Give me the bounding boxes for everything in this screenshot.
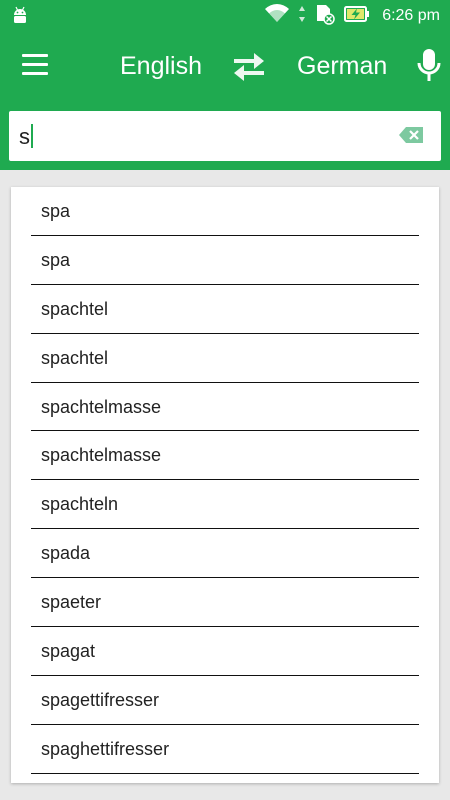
suggestion-item[interactable]: spaghettifresser xyxy=(11,725,439,774)
suggestion-item[interactable]: spaeter xyxy=(11,578,439,628)
target-language-button[interactable]: German xyxy=(297,52,387,81)
hamburger-menu-icon[interactable] xyxy=(22,54,48,76)
source-language-button[interactable]: English xyxy=(120,52,202,81)
status-time: 6:26 pm xyxy=(382,7,440,24)
backspace-clear-icon[interactable] xyxy=(399,127,423,148)
suggestion-item[interactable]: spa xyxy=(11,187,439,236)
suggestion-item[interactable]: spagat xyxy=(11,627,439,676)
search-input-value[interactable]: s xyxy=(19,124,33,150)
microphone-icon[interactable] xyxy=(416,48,442,89)
battery-charging-icon xyxy=(344,5,370,28)
swap-arrows-icon[interactable] xyxy=(232,50,266,87)
wifi-icon xyxy=(264,3,290,29)
suggestion-item[interactable]: spachtelmasse xyxy=(11,431,439,481)
status-bar: 6:26 pm xyxy=(0,0,450,32)
suggestion-item[interactable]: spagettifresser xyxy=(11,676,439,725)
search-input[interactable]: s xyxy=(9,111,441,161)
suggestion-item[interactable]: spa xyxy=(11,236,439,285)
suggestion-item[interactable]: spachtelmasse xyxy=(11,383,439,432)
toolbar: English German xyxy=(0,32,450,104)
suggestion-item[interactable]: spachtel xyxy=(11,334,439,383)
android-notification-icon xyxy=(12,6,28,31)
data-arrows-icon xyxy=(298,5,306,28)
suggestion-item[interactable]: spachteln xyxy=(11,480,439,530)
suggestion-item[interactable]: spada xyxy=(11,529,439,579)
sd-card-icon xyxy=(314,3,336,30)
divider xyxy=(31,772,419,774)
text-cursor xyxy=(31,124,33,148)
search-bar: s xyxy=(0,104,450,170)
suggestion-item[interactable]: spachtel xyxy=(11,285,439,334)
suggestion-list: spa spa spachtel spachtel spachtelmasse … xyxy=(11,187,439,783)
